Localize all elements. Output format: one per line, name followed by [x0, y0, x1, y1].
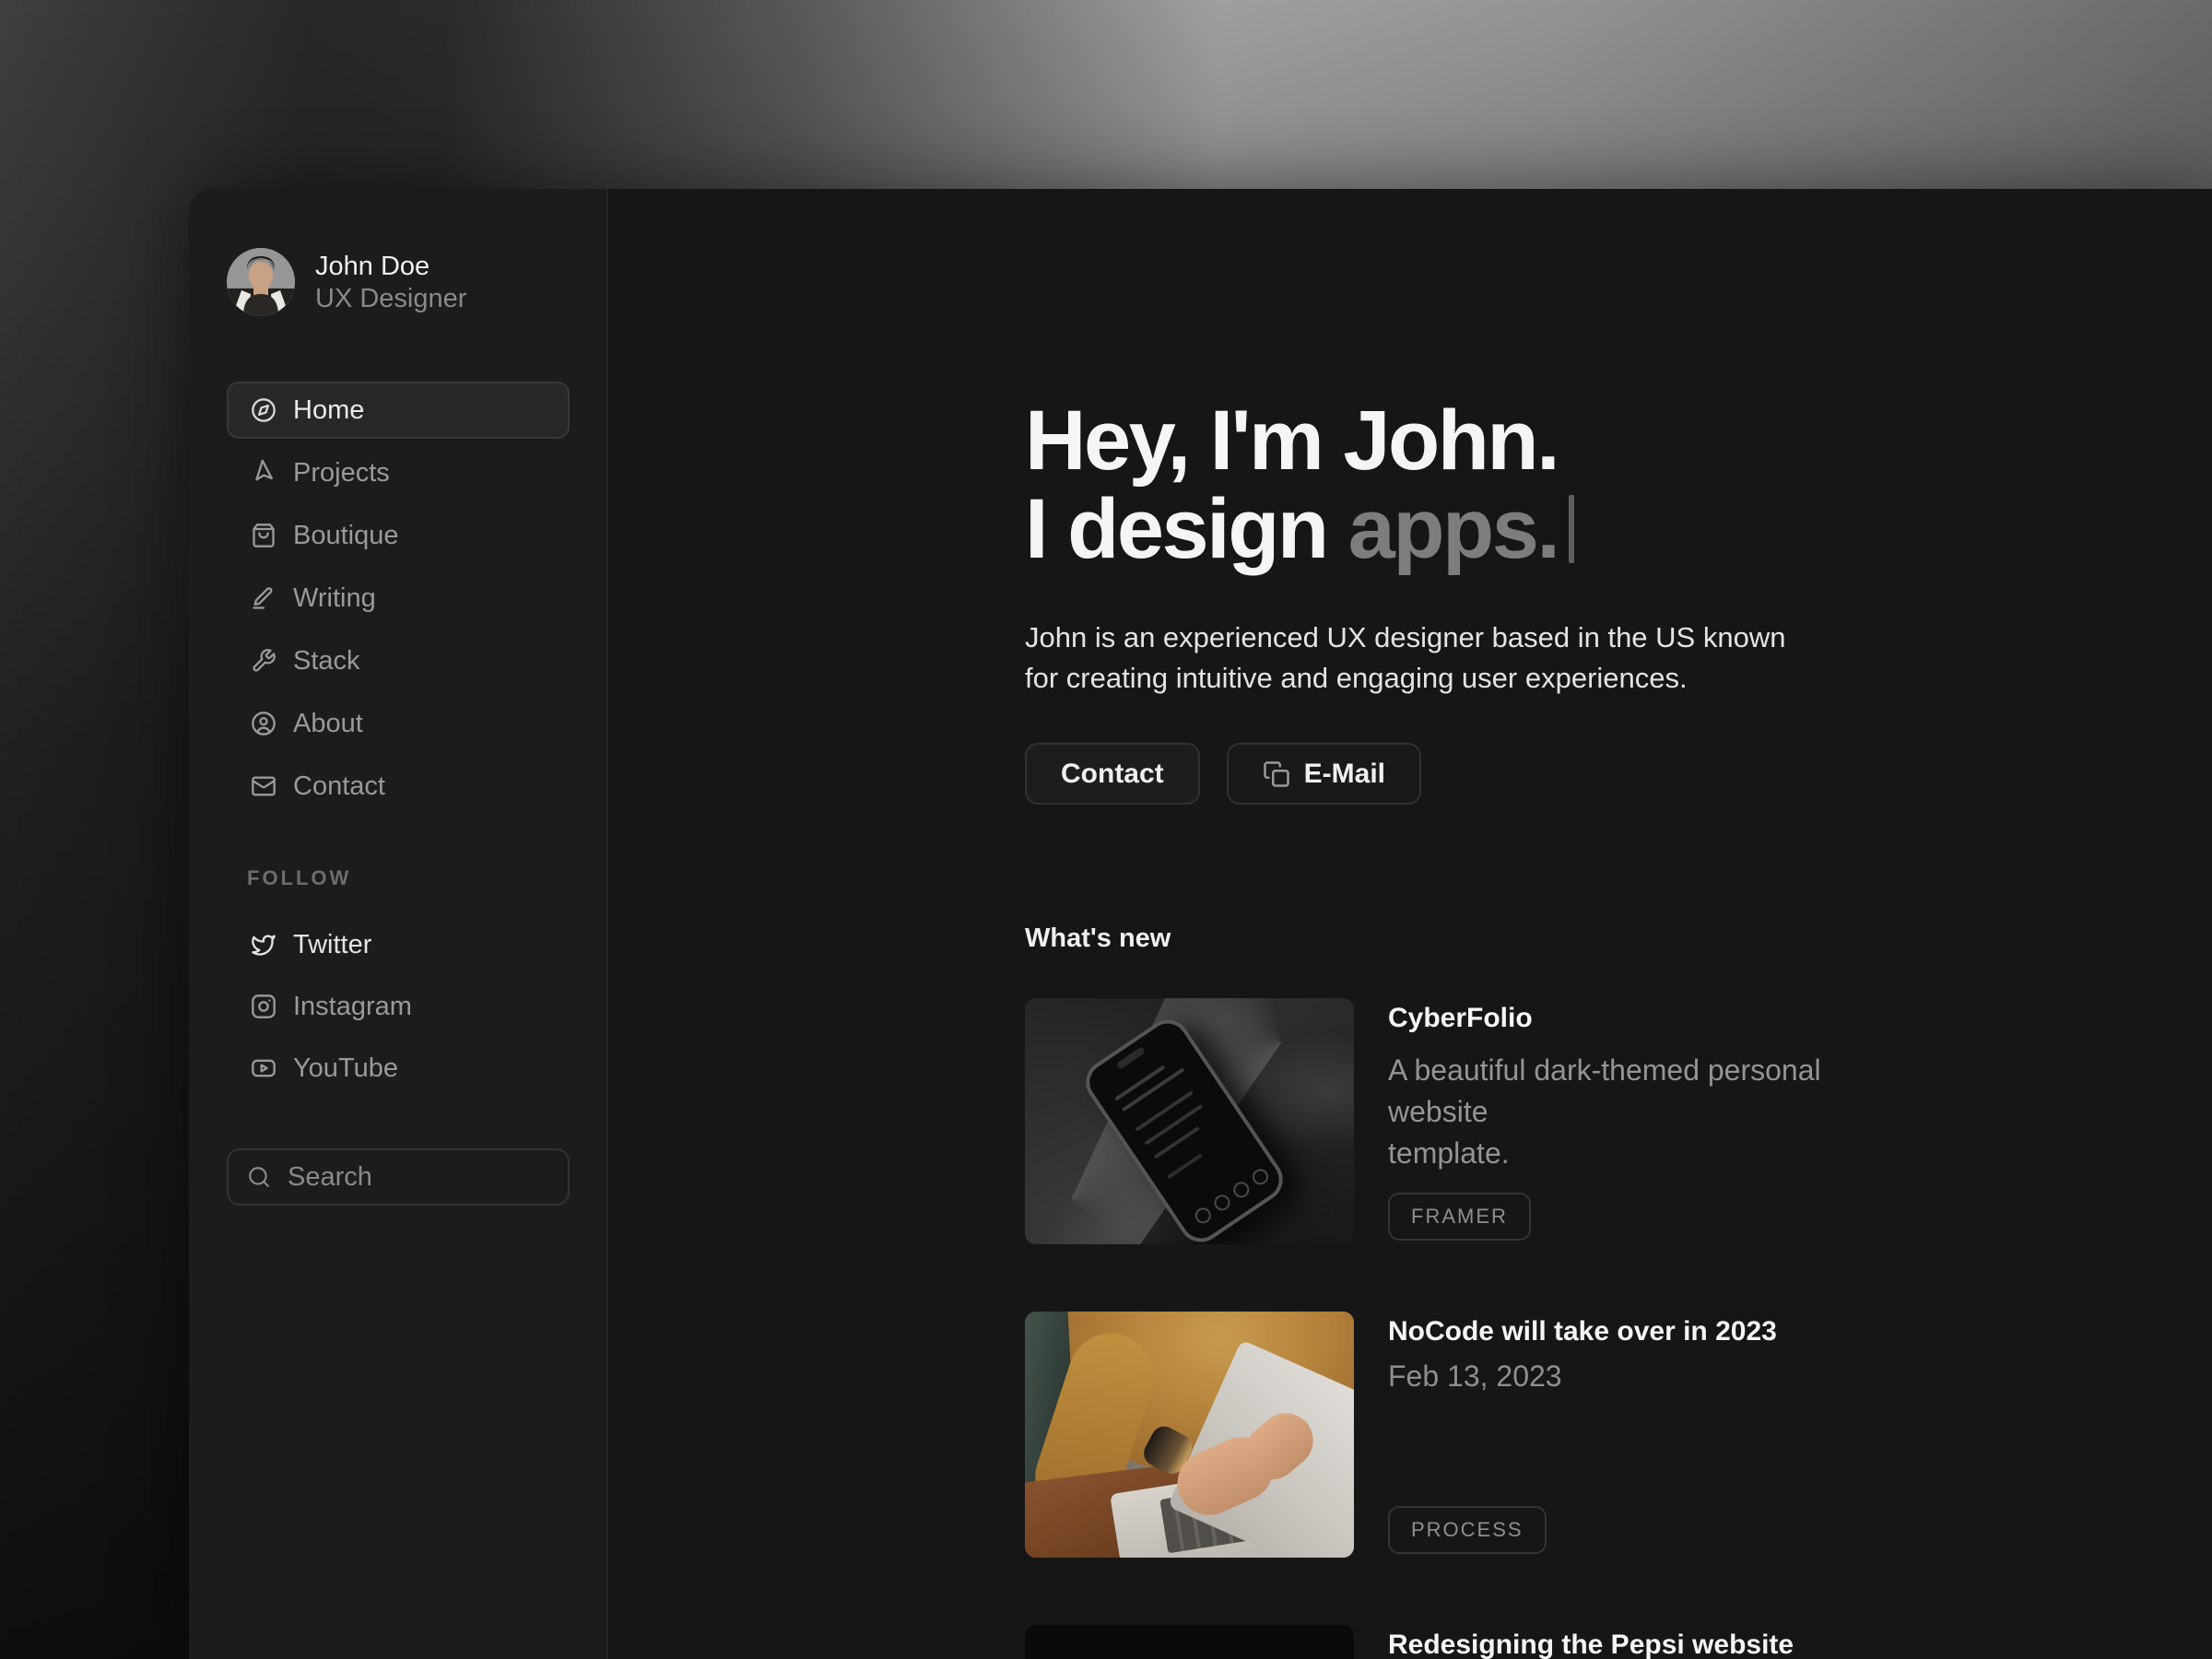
article-tag: FRAMER: [1388, 1193, 1531, 1241]
section-title-whats-new: What's new: [1025, 923, 2157, 954]
profile-name: John Doe: [315, 250, 466, 283]
shopping-bag-icon: [251, 523, 276, 548]
hero-line2-prefix: I design: [1025, 482, 1327, 576]
sidebar-item-home[interactable]: Home: [227, 382, 570, 439]
hero-highlight: apps.: [1348, 482, 1559, 576]
contact-button[interactable]: Contact: [1025, 743, 1200, 805]
twitter-icon: [251, 932, 276, 958]
youtube-icon: [251, 1055, 276, 1081]
sidebar-item-label: Boutique: [293, 521, 399, 551]
user-icon: [251, 711, 276, 736]
sidebar-item-label: About: [293, 709, 363, 739]
sidebar-item-youtube[interactable]: YouTube: [227, 1040, 570, 1097]
instagram-icon: [251, 994, 276, 1019]
article-title: NoCode will take over in 2023: [1388, 1315, 1904, 1348]
typing-cursor: [1569, 495, 1574, 563]
sidebar-item-about[interactable]: About: [227, 695, 570, 752]
article-text: Redesigning the Pepsi website: [1388, 1625, 1904, 1659]
article-title: CyberFolio: [1388, 1002, 1904, 1035]
sidebar-item-label: YouTube: [293, 1053, 398, 1084]
sidebar-item-stack[interactable]: Stack: [227, 632, 570, 689]
article-text: CyberFolio A beautiful dark-themed perso…: [1388, 998, 1904, 1244]
sidebar-item-label: Stack: [293, 646, 360, 677]
profile: John Doe UX Designer: [227, 248, 570, 316]
avatar: [227, 248, 295, 316]
search-input[interactable]: [229, 1150, 568, 1204]
email-button[interactable]: E-Mail: [1227, 743, 1421, 805]
sidebar-item-label: Instagram: [293, 992, 412, 1022]
sidebar-item-label: Contact: [293, 771, 385, 802]
sidebar-nav: Home Projects Boutique Writing Stack Abo…: [227, 382, 570, 815]
follow-label: FOLLOW: [247, 866, 570, 890]
sidebar-item-label: Writing: [293, 583, 376, 614]
article-image-cyberfolio: [1025, 998, 1354, 1244]
article-card-cyberfolio[interactable]: CyberFolio A beautiful dark-themed perso…: [1025, 998, 2157, 1244]
sidebar-item-instagram[interactable]: Instagram: [227, 978, 570, 1035]
email-button-label: E-Mail: [1304, 759, 1385, 790]
article-date: Feb 13, 2023: [1388, 1359, 1904, 1394]
hero-heading: Hey, I'm John. I design apps.: [1025, 396, 2157, 573]
contact-button-label: Contact: [1061, 759, 1164, 790]
phone-mockup: [1077, 1011, 1291, 1244]
sidebar-item-label: Home: [293, 395, 364, 426]
pen-icon: [251, 585, 276, 611]
app-window: John Doe UX Designer Home Projects Bouti…: [189, 189, 2212, 1659]
social-links: Twitter Instagram YouTube: [227, 916, 570, 1097]
profile-role: UX Designer: [315, 283, 466, 314]
sidebar-item-boutique[interactable]: Boutique: [227, 507, 570, 564]
hero-buttons: Contact E-Mail: [1025, 743, 2157, 805]
article-card-pepsi[interactable]: Redesigning the Pepsi website: [1025, 1625, 2157, 1659]
article-text: NoCode will take over in 2023 Feb 13, 20…: [1388, 1312, 1904, 1558]
article-image-pepsi: [1025, 1625, 1354, 1659]
profile-text: John Doe UX Designer: [315, 250, 466, 314]
sidebar: John Doe UX Designer Home Projects Bouti…: [189, 189, 608, 1659]
search-icon: [247, 1165, 271, 1189]
search-box: [227, 1148, 570, 1206]
hero-line1: Hey, I'm John.: [1025, 394, 1558, 488]
mouse-pointer-icon: [251, 460, 276, 486]
article-title: Redesigning the Pepsi website: [1388, 1629, 1904, 1659]
sidebar-item-projects[interactable]: Projects: [227, 444, 570, 501]
main-content: Hey, I'm John. I design apps. John is an…: [608, 189, 2212, 1659]
wrench-icon: [251, 648, 276, 674]
article-tag: PROCESS: [1388, 1506, 1547, 1554]
article-card-nocode[interactable]: NoCode will take over in 2023 Feb 13, 20…: [1025, 1312, 2157, 1558]
sidebar-item-writing[interactable]: Writing: [227, 570, 570, 627]
sidebar-item-contact[interactable]: Contact: [227, 758, 570, 815]
mail-icon: [251, 773, 276, 799]
copy-icon: [1263, 760, 1290, 788]
sidebar-item-twitter[interactable]: Twitter: [227, 916, 570, 973]
sidebar-item-label: Twitter: [293, 930, 371, 960]
article-description: A beautiful dark-themed personal website…: [1388, 1050, 1904, 1174]
hero-description: John is an experienced UX designer based…: [1025, 618, 2157, 699]
article-image-nocode: [1025, 1312, 1354, 1558]
compass-icon: [251, 397, 276, 423]
sidebar-item-label: Projects: [293, 458, 390, 488]
